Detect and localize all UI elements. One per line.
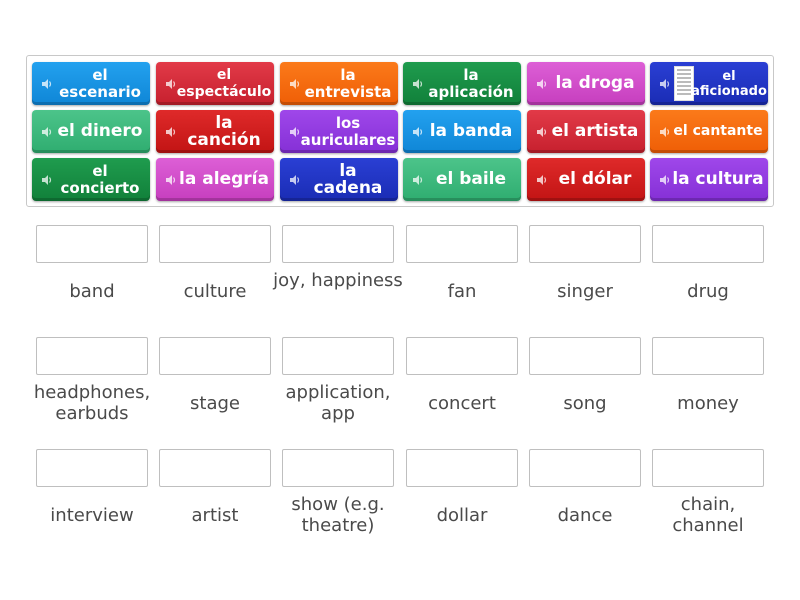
tile-el-baile[interactable]: el baile xyxy=(403,158,521,201)
tile-label: el escenario xyxy=(59,65,141,101)
speaker-icon[interactable] xyxy=(659,78,671,90)
definition-joy-happiness: joy, happiness xyxy=(273,270,403,291)
drop-slot-stage[interactable] xyxy=(159,337,271,375)
tile-label: la alegría xyxy=(179,169,269,189)
tile-la-cultura[interactable]: la cultura xyxy=(650,158,768,201)
speaker-icon[interactable] xyxy=(41,126,53,138)
drop-slot-artist[interactable] xyxy=(159,449,271,487)
tile-label: el concierto xyxy=(60,161,140,197)
drop-slot-chain[interactable] xyxy=(652,449,764,487)
definition-headphones-earbuds: headphones, earbuds xyxy=(33,382,151,424)
drop-slot-fan[interactable] xyxy=(406,225,518,263)
tile-el-dolar[interactable]: el dólar xyxy=(527,158,645,201)
tile-los-auriculares[interactable]: los auriculares xyxy=(280,110,398,153)
tile-label: el espectáculo xyxy=(176,66,272,100)
tile-la-entrevista[interactable]: la entrevista xyxy=(280,62,398,105)
tile-label: el cantante xyxy=(673,123,763,139)
definition-dollar: dollar xyxy=(436,505,488,526)
speaker-icon[interactable] xyxy=(165,126,177,138)
definition-culture: culture xyxy=(183,281,247,302)
tile-el-escenario[interactable]: el escenario xyxy=(32,62,150,105)
tile-la-alegria[interactable]: la alegría xyxy=(156,158,274,201)
drop-slot-interview[interactable] xyxy=(36,449,148,487)
tile-label: el baile xyxy=(435,169,507,189)
drop-slot-singer[interactable] xyxy=(529,225,641,263)
tile-label: el aficionado xyxy=(691,68,767,99)
speaker-icon[interactable] xyxy=(289,126,301,138)
speaker-icon[interactable] xyxy=(536,78,548,90)
definition-band: band xyxy=(69,281,115,302)
definition-song: song xyxy=(563,393,607,414)
definition-money: money xyxy=(677,393,739,414)
definition-concert: concert xyxy=(428,393,496,414)
speaker-icon[interactable] xyxy=(165,174,177,186)
drop-slot-money[interactable] xyxy=(652,337,764,375)
tile-label: la banda xyxy=(429,121,513,141)
drop-slot-show[interactable] xyxy=(282,449,394,487)
definition-dance: dance xyxy=(557,505,613,526)
speaker-icon[interactable] xyxy=(536,174,548,186)
definition-singer: singer xyxy=(557,281,613,302)
tile-la-aplicacion[interactable]: la aplicación xyxy=(403,62,521,105)
tile-label: la aplicación xyxy=(428,65,514,101)
tile-label: el dólar xyxy=(558,169,632,189)
tile-el-artista[interactable]: el artista xyxy=(527,110,645,153)
speaker-icon[interactable] xyxy=(41,78,53,90)
tile-label: la canción xyxy=(187,112,261,150)
speaker-icon[interactable] xyxy=(289,78,301,90)
definition-show: show (e.g. theatre) xyxy=(291,494,385,536)
drop-slot-song[interactable] xyxy=(529,337,641,375)
definition-interview: interview xyxy=(50,505,134,526)
speaker-icon[interactable] xyxy=(289,174,301,186)
speaker-icon[interactable] xyxy=(536,126,548,138)
tile-la-cancion[interactable]: la canción xyxy=(156,110,274,153)
tile-el-aficionado[interactable]: el aficionado xyxy=(650,62,768,105)
definition-drug: drug xyxy=(687,281,729,302)
tile-la-cadena[interactable]: la cadena xyxy=(280,158,398,201)
tile-el-concierto[interactable]: el concierto xyxy=(32,158,150,201)
speaker-icon[interactable] xyxy=(165,78,177,90)
drop-slot-concert[interactable] xyxy=(406,337,518,375)
drop-slot-dance[interactable] xyxy=(529,449,641,487)
speaker-icon[interactable] xyxy=(412,126,424,138)
tile-el-dinero[interactable]: el dinero xyxy=(32,110,150,153)
drop-slot-application[interactable] xyxy=(282,337,394,375)
speaker-icon[interactable] xyxy=(41,174,53,186)
tile-label: el dinero xyxy=(57,121,143,141)
definition-application-app: application, app xyxy=(285,382,391,424)
speaker-icon[interactable] xyxy=(412,174,424,186)
speaker-icon[interactable] xyxy=(659,126,671,138)
tile-la-droga[interactable]: la droga xyxy=(527,62,645,105)
tile-label: la entrevista xyxy=(304,65,392,101)
drop-slot-dollar[interactable] xyxy=(406,449,518,487)
drop-slot-joy[interactable] xyxy=(282,225,394,263)
drop-slot-drug[interactable] xyxy=(652,225,764,263)
tile-el-espectaculo[interactable]: el espectáculo xyxy=(156,62,274,105)
tile-label: los auriculares xyxy=(300,113,396,149)
definition-fan: fan xyxy=(447,281,477,302)
definition-artist: artist xyxy=(191,505,239,526)
definition-stage: stage xyxy=(190,393,240,414)
tile-el-cantante[interactable]: el cantante xyxy=(650,110,768,153)
speaker-icon[interactable] xyxy=(659,174,671,186)
speaker-icon[interactable] xyxy=(412,78,424,90)
drop-slot-culture[interactable] xyxy=(159,225,271,263)
tile-label: el artista xyxy=(551,121,639,141)
drop-slot-band[interactable] xyxy=(36,225,148,263)
tile-label: la droga xyxy=(555,73,635,93)
tile-la-banda[interactable]: la banda xyxy=(403,110,521,153)
drop-slot-headphones[interactable] xyxy=(36,337,148,375)
tile-label: la cultura xyxy=(672,169,764,189)
definition-chain-channel: chain, channel xyxy=(672,494,744,536)
tile-label: la cadena xyxy=(313,160,383,198)
